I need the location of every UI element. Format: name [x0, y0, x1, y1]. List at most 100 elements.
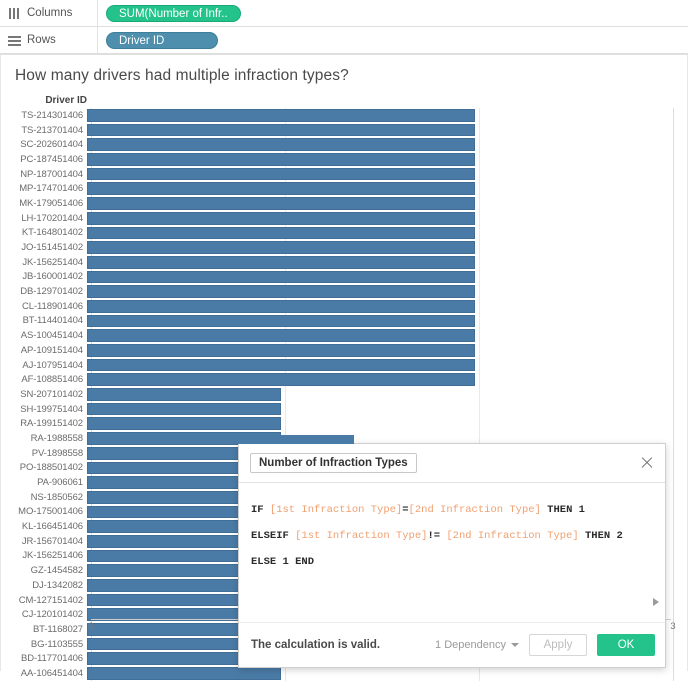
bar[interactable] [87, 299, 475, 313]
bar-row-label[interactable]: PO-188501402 [1, 462, 87, 473]
x-axis-tick: 0 [88, 621, 94, 632]
formula-field-ref: [2nd Infraction Type] [446, 530, 579, 542]
bar[interactable] [87, 417, 281, 431]
bar-row-label[interactable]: JO-151451402 [1, 242, 87, 253]
bar-row-label[interactable]: RA-1988558 [1, 433, 87, 444]
rows-shelf-label: Rows [27, 34, 56, 46]
bar[interactable] [87, 211, 475, 225]
bar-row: AS-100451404 [1, 328, 687, 343]
bar-row: RA-199151402 [1, 416, 687, 431]
bar[interactable] [87, 123, 475, 137]
bar-track [87, 196, 687, 211]
formula-line: ELSEIF [1st Infraction Type]!= [2nd Infr… [251, 523, 653, 549]
bar-track [87, 255, 687, 270]
bar-row-label[interactable]: AJ-107951404 [1, 360, 87, 371]
bar-row: SN-207101402 [1, 387, 687, 402]
bar-row: NP-187001404 [1, 167, 687, 182]
bar[interactable] [87, 226, 475, 240]
bar-track [87, 181, 687, 196]
rows-shelf[interactable]: Rows Driver ID [0, 27, 688, 54]
close-icon[interactable] [639, 455, 655, 471]
bar-row: AP-109151404 [1, 343, 687, 358]
bar[interactable] [87, 314, 475, 328]
bar[interactable] [87, 182, 475, 196]
bar-row-label[interactable]: DJ-1342082 [1, 580, 87, 591]
formula-editor[interactable]: IF [1st Infraction Type]=[2nd Infraction… [239, 483, 665, 622]
bar-row-label[interactable]: PV-1898558 [1, 448, 87, 459]
bar[interactable] [87, 167, 475, 181]
ok-button[interactable]: OK [597, 634, 655, 656]
bar-row: KT-164801402 [1, 226, 687, 241]
bar-row-label[interactable]: AS-100451404 [1, 330, 87, 341]
pill-sum-number-of-infractions[interactable]: SUM(Number of Infr.. [106, 4, 241, 22]
bar-row: TS-214301406 [1, 108, 687, 123]
rows-shelf-drop[interactable]: Driver ID [98, 27, 688, 53]
bar[interactable] [87, 285, 475, 298]
bar-row-label[interactable]: MP-174701406 [1, 183, 87, 194]
bar-row-label[interactable]: GZ-1454582 [1, 565, 87, 576]
bar[interactable] [87, 373, 475, 387]
formula-text[interactable]: IF [1st Infraction Type]=[2nd Infraction… [251, 497, 653, 575]
bar[interactable] [87, 358, 475, 372]
bar-row: JO-151451402 [1, 240, 687, 255]
bar[interactable] [87, 402, 281, 416]
calculation-name-field[interactable]: Number of Infraction Types [250, 453, 417, 473]
bar-row-label[interactable]: JK-156251406 [1, 550, 87, 561]
bar[interactable] [87, 241, 475, 254]
bar-row-label[interactable]: LH-170201404 [1, 213, 87, 224]
bar-row: DB-129701402 [1, 284, 687, 299]
columns-shelf[interactable]: Columns SUM(Number of Infr.. [0, 0, 688, 27]
bar-row-label[interactable]: KL-166451406 [1, 521, 87, 532]
bar-row-label[interactable]: JK-156251404 [1, 257, 87, 268]
bar-row-label[interactable]: JR-156701404 [1, 536, 87, 547]
bar[interactable] [87, 153, 475, 166]
bar-row-label[interactable]: AF-108851406 [1, 374, 87, 385]
bar-row-label[interactable]: MO-175001406 [1, 506, 87, 517]
bar-track [87, 167, 687, 182]
expand-arrow-icon[interactable] [653, 598, 659, 606]
bar-row-label[interactable]: AP-109151404 [1, 345, 87, 356]
bar[interactable] [87, 138, 475, 152]
pill-driver-id[interactable]: Driver ID [106, 31, 218, 49]
bar[interactable] [87, 344, 475, 357]
bar-row-label[interactable]: CM-127151402 [1, 595, 87, 606]
formula-keyword: THEN 1 [540, 504, 585, 516]
bar-row-label[interactable]: TS-213701404 [1, 125, 87, 136]
bar[interactable] [87, 329, 475, 342]
bar[interactable] [87, 255, 475, 269]
formula-field-ref: [1st Infraction Type] [295, 530, 428, 542]
bar-row: AJ-107951404 [1, 358, 687, 373]
bar-row-label[interactable]: PA-906061 [1, 477, 87, 488]
bar-row-label[interactable]: SN-207101402 [1, 389, 87, 400]
bar-row-label[interactable]: NP-187001404 [1, 169, 87, 180]
bar-row-label[interactable]: SC-202601404 [1, 139, 87, 150]
bar-row-label[interactable]: BT-114401404 [1, 315, 87, 326]
bar-row: BT-114401404 [1, 314, 687, 329]
apply-button[interactable]: Apply [529, 634, 587, 656]
columns-shelf-drop[interactable]: SUM(Number of Infr.. [98, 0, 688, 26]
formula-keyword: != [427, 530, 447, 542]
bar-track [87, 123, 687, 138]
bar-row-label[interactable]: JB-160001402 [1, 271, 87, 282]
bar-row-label[interactable]: NS-1850562 [1, 492, 87, 503]
bar[interactable] [87, 109, 475, 122]
bar-row-label[interactable]: MK-179051406 [1, 198, 87, 209]
bar-row: MK-179051406 [1, 196, 687, 211]
bar-row-label[interactable]: PC-187451406 [1, 154, 87, 165]
bar-row-label[interactable]: RA-199151402 [1, 418, 87, 429]
bar[interactable] [87, 197, 475, 210]
bar[interactable] [87, 270, 475, 284]
bar[interactable] [87, 388, 281, 401]
dependency-dropdown[interactable]: 1 Dependency [435, 639, 519, 651]
bar-row-label[interactable]: CL-118901406 [1, 301, 87, 312]
dialog-footer: The calculation is valid. 1 Dependency A… [239, 622, 665, 667]
bar-row-label[interactable]: DB-129701402 [1, 286, 87, 297]
x-axis-tick: 3 [670, 621, 676, 632]
bar-track [87, 299, 687, 314]
bar-track [87, 387, 687, 402]
validation-status: The calculation is valid. [251, 639, 381, 651]
bar-row-label[interactable]: KT-164801402 [1, 227, 87, 238]
bar-row-label[interactable]: TS-214301406 [1, 110, 87, 121]
bar-track [87, 284, 687, 299]
bar-row-label[interactable]: SH-199751404 [1, 404, 87, 415]
